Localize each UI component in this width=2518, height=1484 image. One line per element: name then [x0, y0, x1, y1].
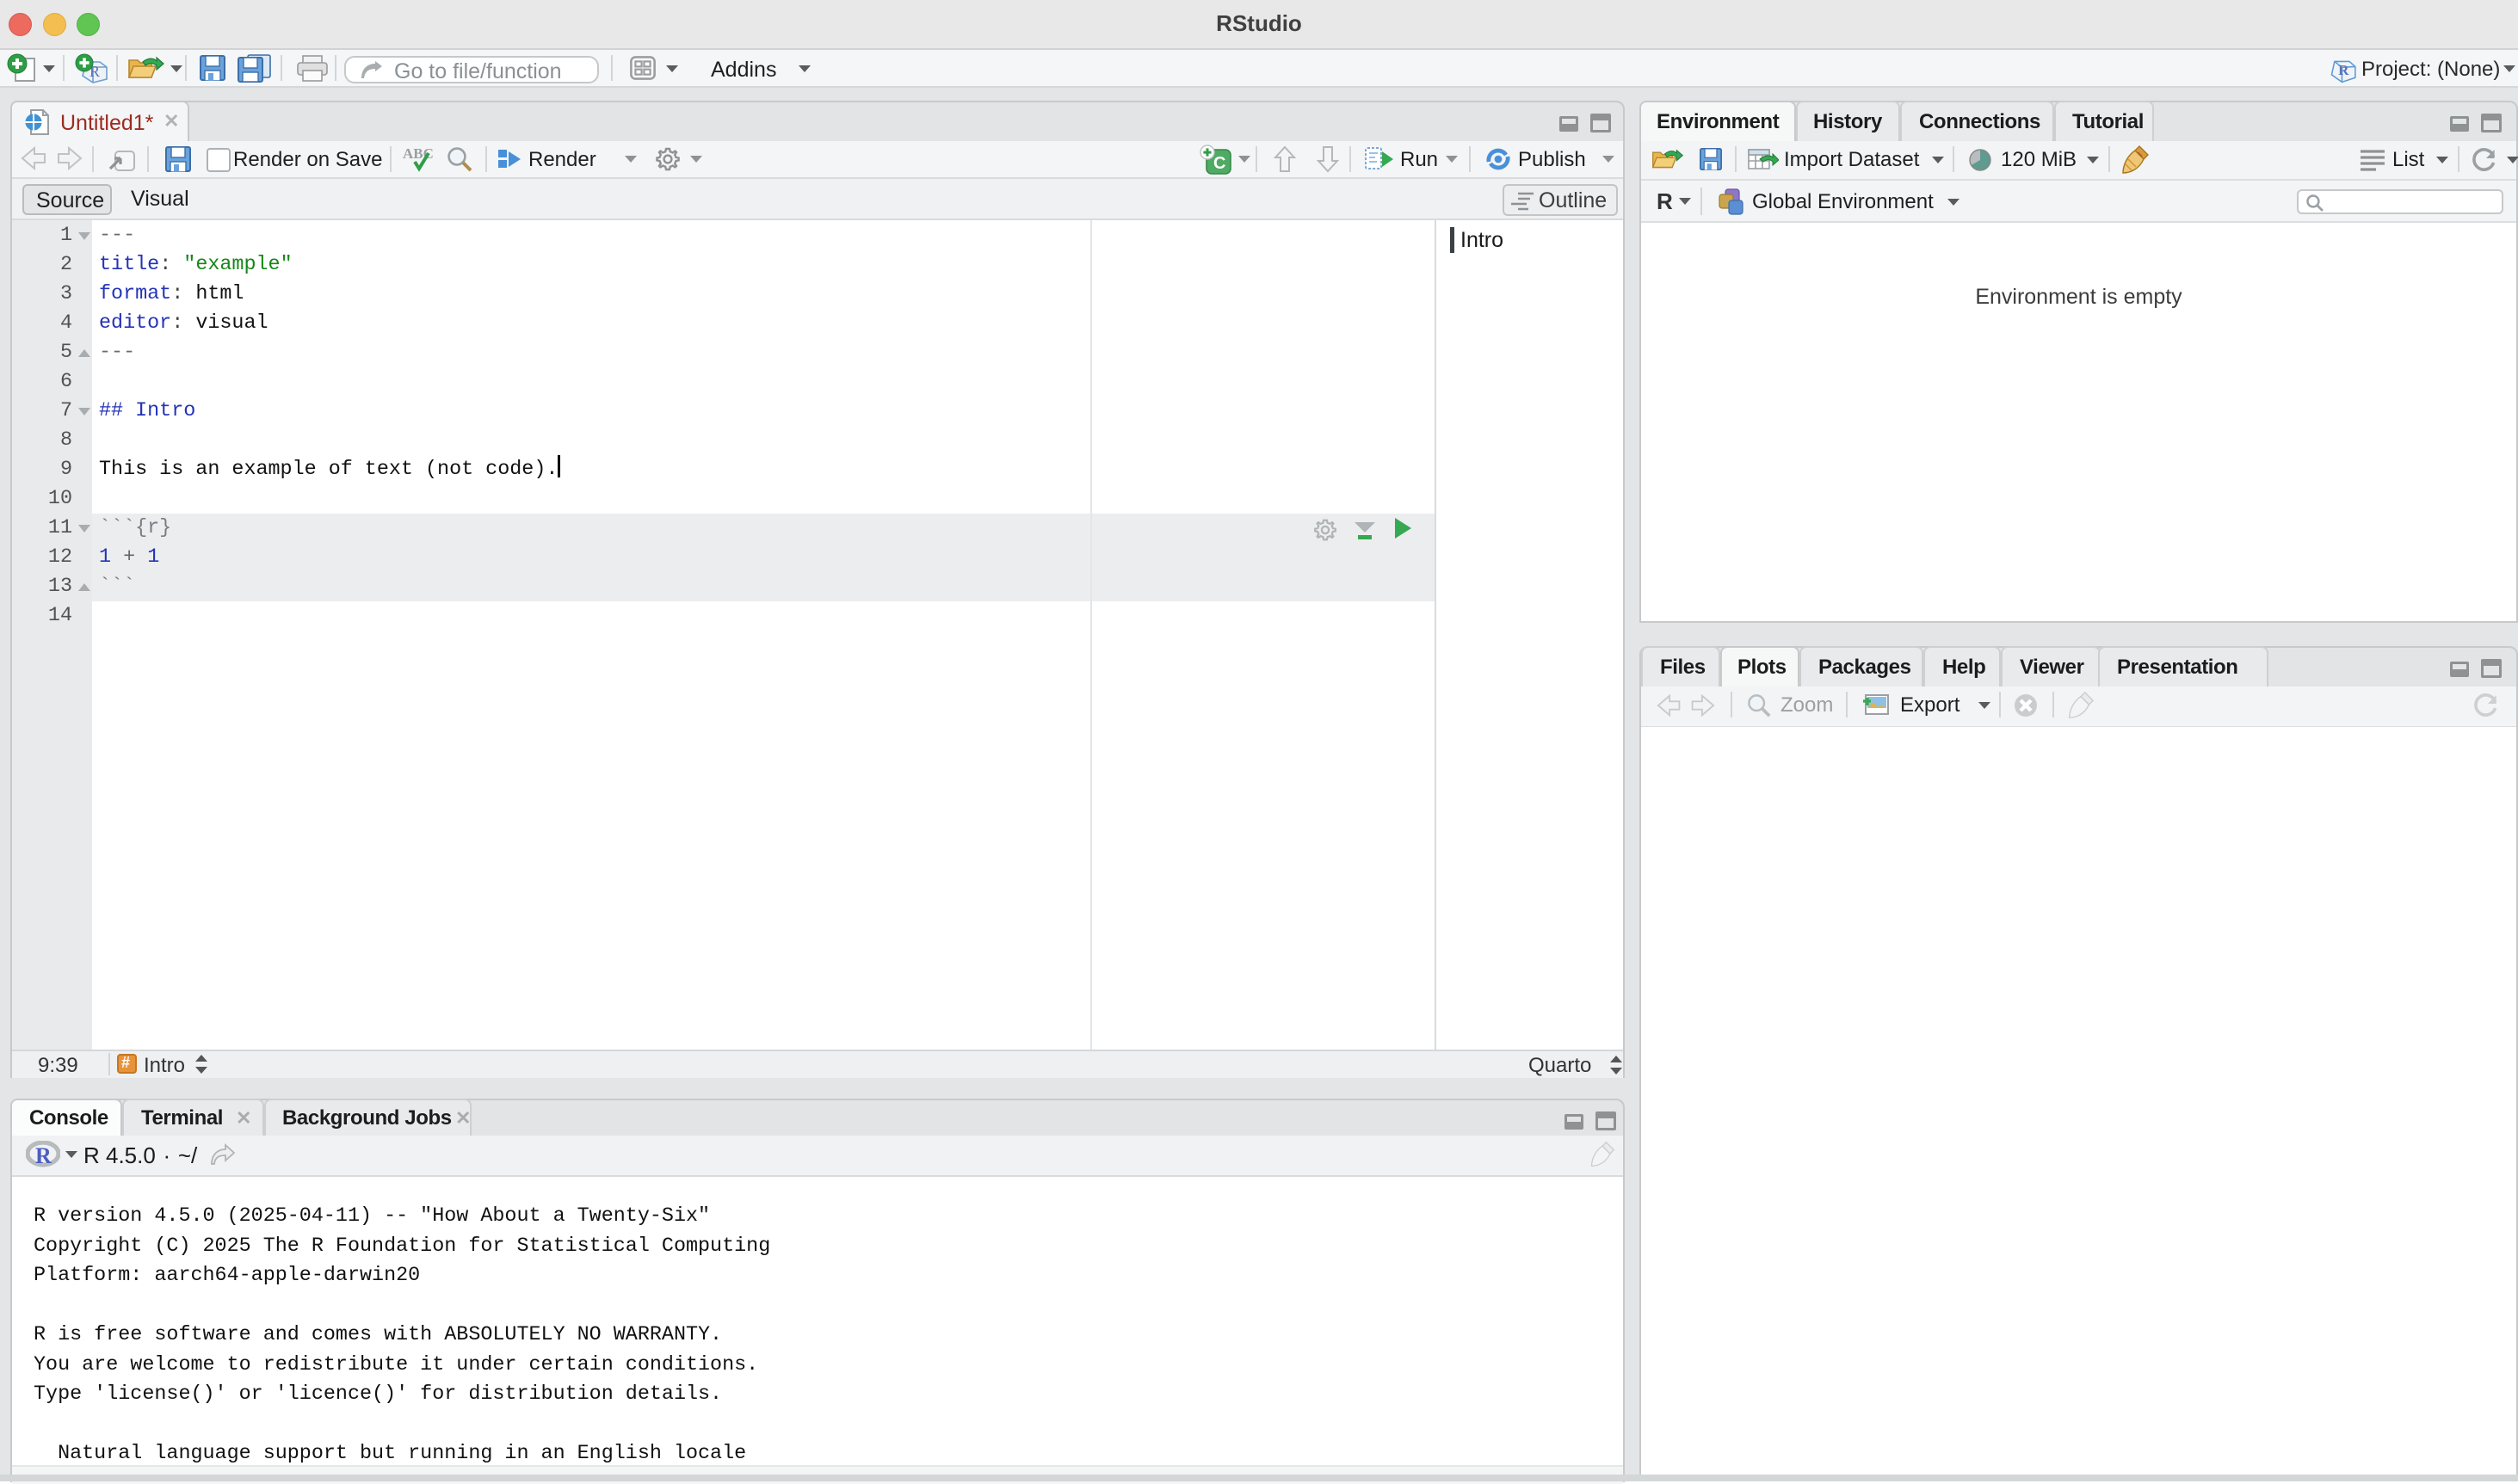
svg-text:C: C — [1213, 154, 1225, 173]
svg-text:R: R — [35, 1143, 52, 1168]
svg-text:R: R — [2338, 62, 2349, 78]
